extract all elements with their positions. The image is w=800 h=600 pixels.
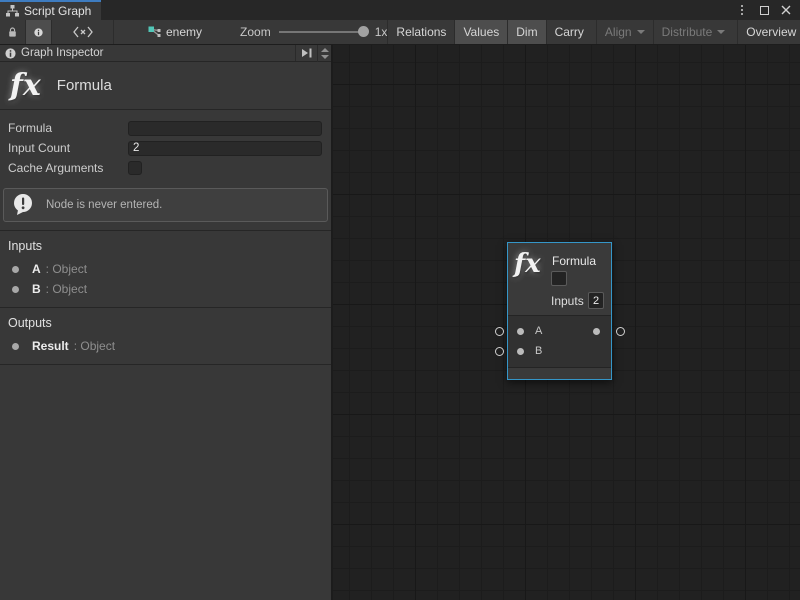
node-formula-input[interactable] (551, 271, 567, 286)
script-graph-window: Script Graph (0, 0, 800, 600)
zoom-slider[interactable] (279, 31, 367, 33)
formula-node-header[interactable]: fx Formula Inputs 2 (508, 243, 611, 316)
port-row-result: Result : Object (0, 336, 331, 356)
dock-inspector-button[interactable] (295, 45, 317, 61)
external-port-ring-b[interactable] (495, 347, 504, 356)
scroll-down-icon (321, 55, 329, 59)
input-port-a-label: A (535, 325, 542, 337)
dim-button[interactable]: Dim (507, 20, 545, 44)
panel-scroll-spinner[interactable] (317, 45, 331, 62)
distribute-dropdown[interactable]: Distribute (653, 20, 734, 44)
port-type: : Object (74, 339, 115, 353)
lock-icon (8, 26, 17, 39)
input-count-label: Input Count (8, 141, 128, 155)
inspector-header: Graph Inspector (0, 45, 331, 62)
maximize-icon (760, 6, 769, 15)
graph-reference-icon (148, 26, 161, 38)
port-type: : Object (46, 262, 87, 276)
window-menu-button[interactable] (734, 2, 750, 18)
input-port-b-label: B (535, 345, 542, 357)
code-preview-button[interactable] (52, 20, 114, 44)
port-dot-icon (12, 266, 19, 273)
inputs-heading: Inputs (0, 237, 331, 259)
warning-banner: Node is never entered. (3, 188, 328, 222)
outputs-heading: Outputs (0, 314, 331, 336)
carry-button[interactable]: Carry (546, 20, 592, 44)
formula-field-row: Formula (0, 118, 331, 138)
info-icon (34, 26, 43, 39)
close-icon (781, 5, 791, 15)
warning-bubble-icon (12, 193, 36, 217)
unit-title-block: fx Formula (0, 62, 331, 110)
unit-title: Formula (57, 77, 112, 94)
formula-input[interactable] (128, 121, 322, 136)
warning-text: Node is never entered. (46, 199, 162, 211)
zoom-control: Zoom 1x (240, 20, 387, 44)
graph-tree-icon (6, 5, 19, 17)
port-dot-icon (12, 343, 19, 350)
external-port-ring-result[interactable] (616, 327, 625, 336)
align-label: Align (605, 25, 632, 39)
align-dropdown[interactable]: Align (596, 20, 653, 44)
graph-inspector-panel: Graph Inspector fx Formula (0, 45, 333, 600)
formula-node-ports: A B (508, 316, 611, 367)
input-count-input[interactable] (128, 141, 322, 156)
port-name: A (32, 262, 41, 276)
graph-toolbar: enemy Zoom 1x Relations Values Dim Carry… (0, 20, 800, 45)
node-input-count-input[interactable]: 2 (588, 292, 604, 309)
port-name: Result (32, 339, 69, 353)
values-button[interactable]: Values (454, 20, 507, 44)
toolbar-toggle-group: Relations Values Dim Carry Align Distrib… (387, 20, 800, 44)
input-count-field-row: Input Count (0, 138, 331, 158)
input-port-b-icon[interactable] (517, 348, 524, 355)
external-port-ring-a[interactable] (495, 327, 504, 336)
input-port-a-icon[interactable] (517, 328, 524, 335)
dropdown-caret-icon (717, 30, 725, 34)
cache-arguments-field-row: Cache Arguments (0, 158, 331, 178)
formula-node-footer (508, 367, 611, 379)
tab-script-graph[interactable]: Script Graph (0, 0, 101, 20)
tab-label: Script Graph (24, 4, 91, 18)
port-row-b: B : Object (0, 279, 331, 299)
tab-bar: Script Graph (0, 0, 800, 20)
inputs-section: Inputs A : Object B : Object (0, 231, 331, 308)
port-row-a: A : Object (0, 259, 331, 279)
zoom-slider-knob[interactable] (358, 26, 369, 37)
cache-arguments-checkbox[interactable] (128, 161, 142, 175)
inspector-title: Graph Inspector (21, 47, 103, 59)
close-button[interactable] (778, 2, 794, 18)
lock-button[interactable] (0, 20, 26, 44)
formula-fx-icon: fx (514, 249, 541, 279)
outputs-section: Outputs Result : Object (0, 308, 331, 365)
port-name: B (32, 282, 41, 296)
distribute-label: Distribute (662, 25, 713, 39)
scroll-up-icon (321, 48, 329, 52)
port-type: : Object (46, 282, 87, 296)
formula-node[interactable]: fx Formula Inputs 2 A B (507, 242, 612, 380)
code-ports-icon (73, 26, 93, 38)
window-controls (734, 0, 800, 20)
graph-canvas[interactable]: fx Formula Inputs 2 A B (333, 45, 800, 600)
unit-fields: Formula Input Count Cache Arguments (0, 110, 331, 182)
breadcrumb-label: enemy (166, 25, 202, 39)
overview-button[interactable]: Overview (737, 20, 800, 44)
output-port-result-icon[interactable] (593, 328, 600, 335)
main-area: Graph Inspector fx Formula (0, 45, 800, 600)
info-icon (5, 48, 16, 59)
inspect-toggle-button[interactable] (26, 20, 52, 44)
node-title: Formula (552, 254, 596, 268)
dropdown-caret-icon (637, 30, 645, 34)
zoom-value: 1x (375, 25, 388, 39)
kebab-menu-icon (741, 5, 743, 15)
maximize-button[interactable] (756, 2, 772, 18)
zoom-label: Zoom (240, 25, 271, 39)
relations-button[interactable]: Relations (387, 20, 454, 44)
formula-fx-icon: fx (10, 68, 41, 103)
cache-arguments-label: Cache Arguments (8, 161, 128, 175)
port-dot-icon (12, 286, 19, 293)
breadcrumb[interactable]: enemy (138, 20, 212, 44)
dock-panel-icon (301, 48, 313, 58)
node-inputs-label: Inputs (551, 294, 584, 308)
formula-field-label: Formula (8, 121, 128, 135)
